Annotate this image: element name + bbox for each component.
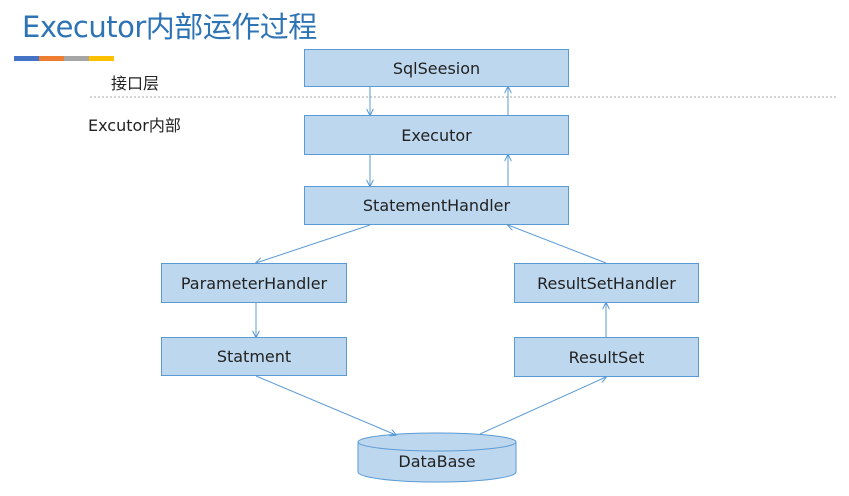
- executor-box: Executor: [304, 115, 569, 155]
- statementhandler-box: StatementHandler: [304, 186, 569, 225]
- arrow-statement-to-database: [255, 375, 396, 435]
- statement-box: Statment: [161, 337, 347, 376]
- resultset-box: ResultSet: [514, 337, 699, 377]
- resultsethandler-box: ResultSetHandler: [514, 263, 699, 303]
- database-label: DataBase: [398, 451, 476, 471]
- parameterhandler-box: ParameterHandler: [161, 263, 347, 303]
- sqlsession-box: SqlSeesion: [304, 49, 569, 87]
- arrow-statementhandler-to-parameterhandler: [256, 224, 371, 263]
- arrow-resultsethandler-to-statementhandler: [508, 225, 607, 264]
- arrow-database-to-resultset: [479, 377, 606, 435]
